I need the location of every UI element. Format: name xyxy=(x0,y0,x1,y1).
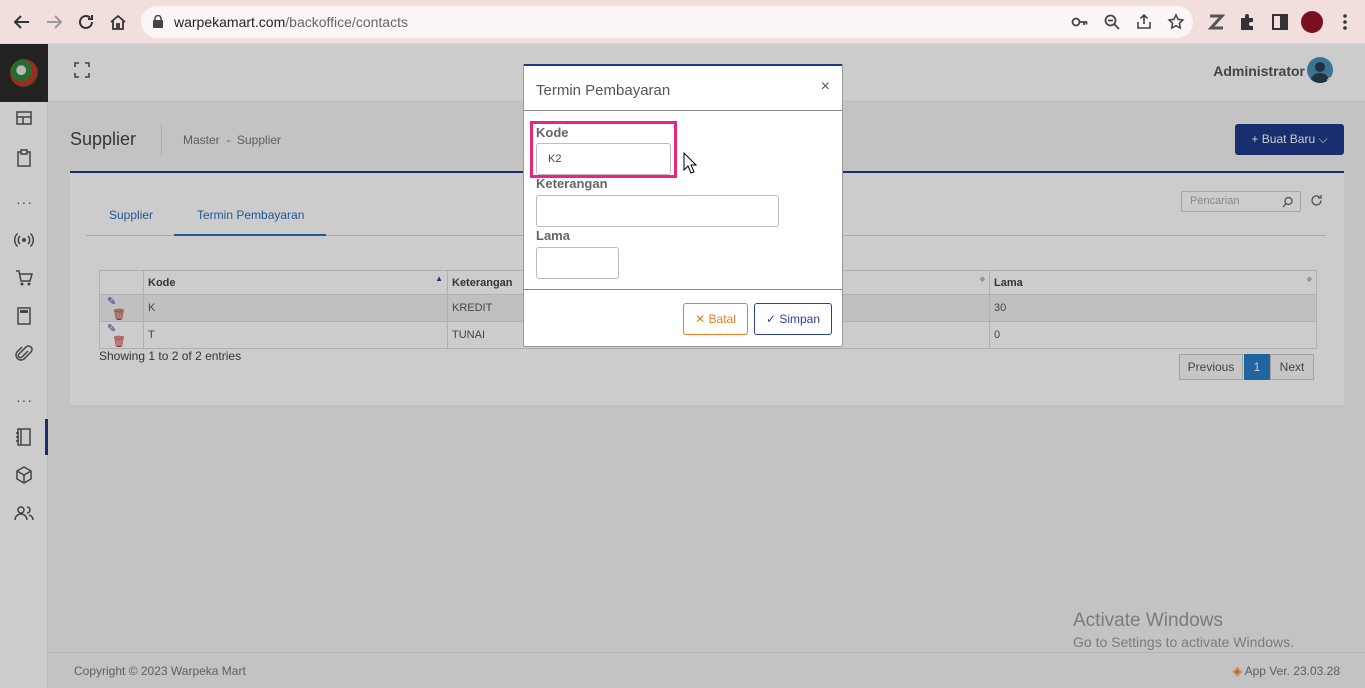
termin-modal: Termin Pembayaran × Kode K2 Keterangan L… xyxy=(523,64,843,347)
profile-avatar[interactable] xyxy=(1301,11,1323,33)
reload-icon[interactable] xyxy=(75,11,97,33)
modal-title: Termin Pembayaran xyxy=(536,82,671,99)
modal-footer-divider xyxy=(524,289,842,290)
back-icon[interactable] xyxy=(11,11,33,33)
mouse-cursor-icon xyxy=(683,152,697,174)
save-button[interactable]: ✓ Simpan xyxy=(754,303,832,335)
browser-toolbar: warpekamart.com/backoffice/contacts xyxy=(0,0,1365,44)
lama-label: Lama xyxy=(536,228,570,243)
kode-label: Kode xyxy=(536,125,569,140)
extension-z-icon[interactable] xyxy=(1205,11,1227,33)
url-text: warpekamart.com/backoffice/contacts xyxy=(174,14,408,30)
cancel-button[interactable]: ✕ Batal xyxy=(683,303,748,335)
address-bar[interactable]: warpekamart.com/backoffice/contacts xyxy=(141,6,1193,38)
lama-input[interactable] xyxy=(536,247,619,279)
home-icon[interactable] xyxy=(107,11,129,33)
lock-icon xyxy=(153,15,163,28)
bookmark-star-icon[interactable] xyxy=(1167,13,1185,31)
zoom-icon[interactable] xyxy=(1103,13,1121,31)
keterangan-input[interactable] xyxy=(536,195,779,227)
key-icon[interactable] xyxy=(1071,13,1089,31)
kode-input[interactable]: K2 xyxy=(536,143,671,175)
close-icon[interactable]: × xyxy=(821,78,830,96)
modal-header-divider xyxy=(524,110,842,111)
puzzle-icon[interactable] xyxy=(1237,11,1259,33)
forward-icon[interactable] xyxy=(43,11,65,33)
side-panel-icon[interactable] xyxy=(1269,11,1291,33)
menu-icon[interactable] xyxy=(1334,11,1356,33)
share-icon[interactable] xyxy=(1135,13,1153,31)
keterangan-label: Keterangan xyxy=(536,176,608,191)
